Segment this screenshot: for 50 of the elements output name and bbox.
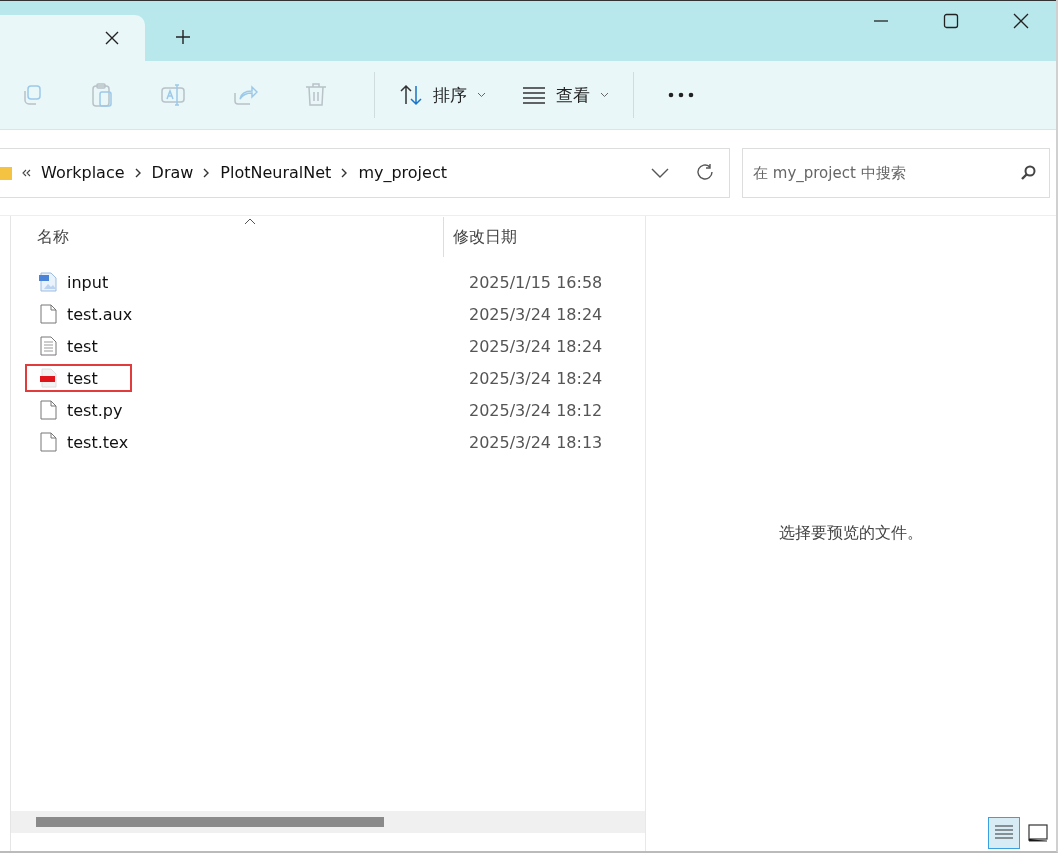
close-icon[interactable] <box>105 31 119 45</box>
details-view-icon <box>994 824 1014 842</box>
breadcrumb[interactable]: Workplace <box>41 163 125 182</box>
chevron-icon[interactable] <box>134 167 142 178</box>
modified-date: 2025/3/24 18:12 <box>469 400 604 420</box>
modified-date: 2025/1/15 16:58 <box>469 272 604 292</box>
modified-date: 2025/3/24 18:24 <box>469 304 604 324</box>
folder-icon <box>0 164 12 181</box>
text-file-icon <box>39 336 57 356</box>
chevron-icon[interactable] <box>341 167 349 178</box>
preview-pane-icon <box>1028 824 1048 842</box>
file-name[interactable]: test.tex <box>27 430 161 454</box>
file-name[interactable]: test <box>27 334 130 358</box>
modified-date: 2025/3/24 18:13 <box>469 432 604 452</box>
file-name[interactable]: test.py <box>27 398 155 422</box>
chevron-icon[interactable] <box>203 167 211 178</box>
file-name[interactable]: test <box>27 366 130 390</box>
new-tab-icon[interactable] <box>175 29 191 45</box>
modified-date: 2025/3/24 18:24 <box>469 336 604 356</box>
sort-icon <box>399 84 423 106</box>
modified-date: 2025/3/24 18:24 <box>469 368 604 388</box>
search-icon[interactable] <box>1020 164 1036 181</box>
view-button[interactable]: 查看 <box>510 83 621 107</box>
horizontal-scrollbar[interactable] <box>11 811 645 833</box>
file-name[interactable]: input <box>27 270 141 294</box>
pdf-file-icon <box>39 368 57 388</box>
dropdown-icon[interactable] <box>651 167 669 178</box>
search-field[interactable]: 在 my_project 中搜索 <box>742 147 1050 198</box>
more-icon[interactable] <box>668 92 694 98</box>
address-bar[interactable]: Workplace Draw PlotNeuralNet my_project <box>0 147 730 198</box>
maximize-icon[interactable] <box>943 13 959 29</box>
caret-icon <box>477 92 486 98</box>
overflow-icon[interactable] <box>22 168 31 177</box>
sort-button[interactable]: 排序 <box>387 83 498 107</box>
file-icon <box>39 432 57 452</box>
file-icon <box>39 304 57 324</box>
file-name[interactable]: test.aux <box>27 302 165 326</box>
list-icon <box>522 86 546 104</box>
refresh-icon[interactable] <box>695 162 715 183</box>
column-header[interactable]: 修改日期 <box>443 217 517 257</box>
breadcrumb[interactable]: PlotNeuralNet <box>220 163 332 182</box>
breadcrumb[interactable]: my_project <box>358 163 447 182</box>
sort-caret-icon <box>244 218 256 225</box>
column-header[interactable]: 名称 <box>11 226 443 248</box>
preview-message: 选择要预览的文件。 <box>779 523 923 544</box>
close-icon[interactable] <box>1013 13 1029 29</box>
breadcrumb[interactable]: Draw <box>151 163 194 182</box>
image-file-icon <box>39 272 57 292</box>
caret-icon <box>600 92 609 98</box>
file-icon <box>39 400 57 420</box>
